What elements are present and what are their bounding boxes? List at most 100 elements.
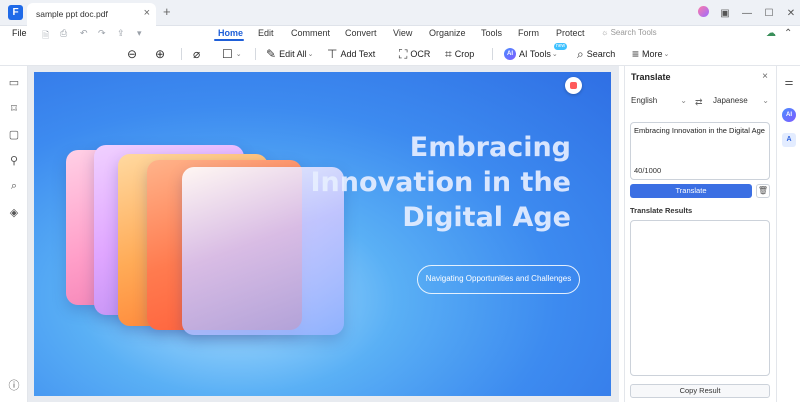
crop-button[interactable]: ⌗ Crop bbox=[445, 46, 474, 62]
chevron-down-icon: ⌄ bbox=[762, 96, 769, 105]
more-label: More bbox=[642, 49, 663, 59]
app-logo-icon: F bbox=[8, 5, 23, 20]
sliders-icon[interactable]: ⚌ bbox=[782, 76, 796, 90]
attachment-icon[interactable]: ⚲ bbox=[7, 154, 21, 167]
more-button[interactable]: ≡ More ⌄ bbox=[632, 46, 669, 62]
minimize-icon[interactable]: — bbox=[738, 8, 756, 19]
close-panel-icon[interactable]: × bbox=[762, 71, 768, 82]
rectangle-icon: ☐ bbox=[222, 47, 233, 61]
crop-icon: ⌗ bbox=[445, 46, 452, 61]
tab-convert[interactable]: Convert bbox=[345, 28, 377, 38]
zoom-in-button[interactable]: ⊕ bbox=[155, 46, 168, 62]
zoom-out-button[interactable]: ⊖ bbox=[127, 46, 140, 62]
redo-icon[interactable]: ↷ bbox=[98, 28, 106, 39]
translate-icon[interactable]: A bbox=[782, 133, 796, 147]
chevron-down-icon: ⌄ bbox=[235, 51, 242, 58]
zoom-out-icon: ⊖ bbox=[127, 47, 138, 61]
file-menu[interactable]: File bbox=[12, 28, 27, 38]
menu-lines-icon: ≡ bbox=[632, 47, 640, 61]
bookmark-icon[interactable]: ⌑ bbox=[7, 102, 21, 115]
page-thumbnails-icon[interactable]: ▭ bbox=[7, 76, 21, 89]
pencil-icon: ✎ bbox=[266, 47, 277, 61]
close-window-icon[interactable]: ✕ bbox=[782, 8, 800, 19]
screen-icon[interactable]: ▣ bbox=[716, 8, 734, 19]
ai-tools-button[interactable]: AI AI Tools ⌄ bbox=[504, 46, 558, 62]
document-tab[interactable]: sample ppt doc.pdf × bbox=[27, 3, 156, 26]
chevron-down-icon: ⌄ bbox=[680, 96, 687, 105]
quick-access-dropdown-icon[interactable]: ▾ bbox=[137, 28, 142, 39]
cloud-sync-icon[interactable]: ☁ bbox=[766, 28, 776, 39]
ocr-icon: ⛶ bbox=[399, 46, 408, 61]
lightbulb-icon: ☼ bbox=[601, 28, 611, 37]
window-controls: ▣ — ☐ ✕ bbox=[690, 0, 800, 26]
toolbar-divider bbox=[492, 48, 493, 60]
floating-tool-icon[interactable] bbox=[565, 77, 582, 94]
layers-icon[interactable]: ◈ bbox=[7, 206, 21, 219]
add-text-label: Add Text bbox=[340, 49, 376, 59]
close-tab-icon[interactable]: × bbox=[144, 7, 150, 19]
maximize-icon[interactable]: ☐ bbox=[760, 8, 778, 19]
comment-icon[interactable]: ▢ bbox=[7, 128, 21, 141]
left-sidebar: ▭ ⌑ ▢ ⚲ ⌕ ◈ ⓘ bbox=[0, 66, 28, 402]
source-language-value: English bbox=[631, 96, 658, 105]
search-icon: ⌕ bbox=[577, 46, 584, 61]
edit-all-button[interactable]: ✎ Edit All ⌄ bbox=[266, 46, 313, 62]
home-toolbar: ⊖ ⊕ ⌀ ☐ ⌄ ✎ Edit All ⌄ ⊤ Add Text ⛶ OCR ⌗ Crop… bbox=[0, 42, 800, 66]
collapse-ribbon-icon[interactable]: ⌃ bbox=[784, 28, 792, 39]
target-language-select[interactable]: Japanese ⌄ bbox=[713, 96, 769, 110]
tab-organize[interactable]: Organize bbox=[429, 28, 466, 38]
copy-result-button[interactable]: Copy Result bbox=[630, 384, 770, 398]
source-text-input[interactable]: Embracing Innovation in the Digital Age … bbox=[630, 122, 770, 180]
chevron-down-icon: ⌄ bbox=[663, 51, 670, 58]
search-tools-label: Search Tools bbox=[610, 28, 657, 37]
tab-edit[interactable]: Edit bbox=[258, 28, 274, 38]
slide-subtitle: Navigating Opportunities and Challenges bbox=[417, 265, 580, 294]
tab-view[interactable]: View bbox=[393, 28, 412, 38]
source-text-value: Embracing Innovation in the Digital Age bbox=[634, 126, 765, 135]
edit-all-label: Edit All bbox=[279, 49, 307, 59]
add-text-button[interactable]: ⊤ Add Text bbox=[327, 46, 375, 62]
swap-languages-icon[interactable]: ⇄ bbox=[695, 97, 703, 108]
ocr-button[interactable]: ⛶ OCR bbox=[399, 46, 430, 62]
document-tab-label: sample ppt doc.pdf bbox=[36, 9, 108, 19]
title-bar: F sample ppt doc.pdf × + ▣ — ☐ ✕ bbox=[0, 0, 800, 26]
tab-comment[interactable]: Comment bbox=[291, 28, 330, 38]
right-tool-strip: ⚌ AI A bbox=[776, 66, 800, 402]
chevron-down-icon: ⌄ bbox=[551, 51, 558, 58]
search-label: Search bbox=[586, 49, 616, 59]
search-tools-input[interactable]: ☼ Search Tools bbox=[601, 28, 657, 37]
source-language-select[interactable]: English ⌄ bbox=[631, 96, 687, 110]
toolbar-divider bbox=[181, 48, 182, 60]
shape-button[interactable]: ☐ ⌄ bbox=[222, 46, 242, 62]
crop-label: Crop bbox=[454, 49, 475, 59]
highlight-button[interactable]: ⌀ bbox=[193, 46, 203, 62]
document-canvas[interactable]: Embracing Innovation in the Digital Age … bbox=[28, 66, 619, 402]
tab-home[interactable]: Home bbox=[218, 28, 243, 38]
tab-protect[interactable]: Protect bbox=[556, 28, 585, 38]
share-icon[interactable]: ⇪ bbox=[117, 28, 125, 39]
trash-icon[interactable]: 🗑 bbox=[756, 184, 770, 198]
avatar[interactable] bbox=[694, 6, 712, 20]
tab-form[interactable]: Form bbox=[518, 28, 539, 38]
ocr-label: OCR bbox=[410, 49, 431, 59]
slide-title-line: Embracing bbox=[409, 132, 571, 163]
menu-bar: File 🗎 ⎙ ↶ ↷ ⇪ ▾ Home Edit Comment Conve… bbox=[0, 26, 800, 42]
help-icon[interactable]: ⓘ bbox=[7, 377, 21, 393]
slide-page: Embracing Innovation in the Digital Age … bbox=[34, 72, 611, 396]
zoom-in-icon: ⊕ bbox=[155, 47, 166, 61]
chevron-down-icon: ⌄ bbox=[307, 51, 314, 58]
ai-tools-label: AI Tools bbox=[519, 49, 551, 59]
tab-tools[interactable]: Tools bbox=[481, 28, 502, 38]
translate-results-box[interactable] bbox=[630, 220, 770, 376]
new-tab-icon[interactable]: + bbox=[163, 4, 171, 19]
results-label: Translate Results bbox=[630, 206, 693, 215]
search-icon[interactable]: ⌕ bbox=[7, 180, 21, 193]
print-icon[interactable]: ⎙ bbox=[60, 28, 67, 39]
translate-button[interactable]: Translate bbox=[630, 184, 752, 198]
character-count: 40/1000 bbox=[634, 166, 662, 175]
search-button[interactable]: ⌕ Search bbox=[577, 46, 615, 62]
undo-icon[interactable]: ↶ bbox=[80, 28, 88, 39]
ai-assistant-icon[interactable]: AI bbox=[782, 108, 796, 122]
ai-new-badge: new bbox=[554, 43, 568, 50]
text-box-icon: ⊤ bbox=[327, 47, 338, 61]
